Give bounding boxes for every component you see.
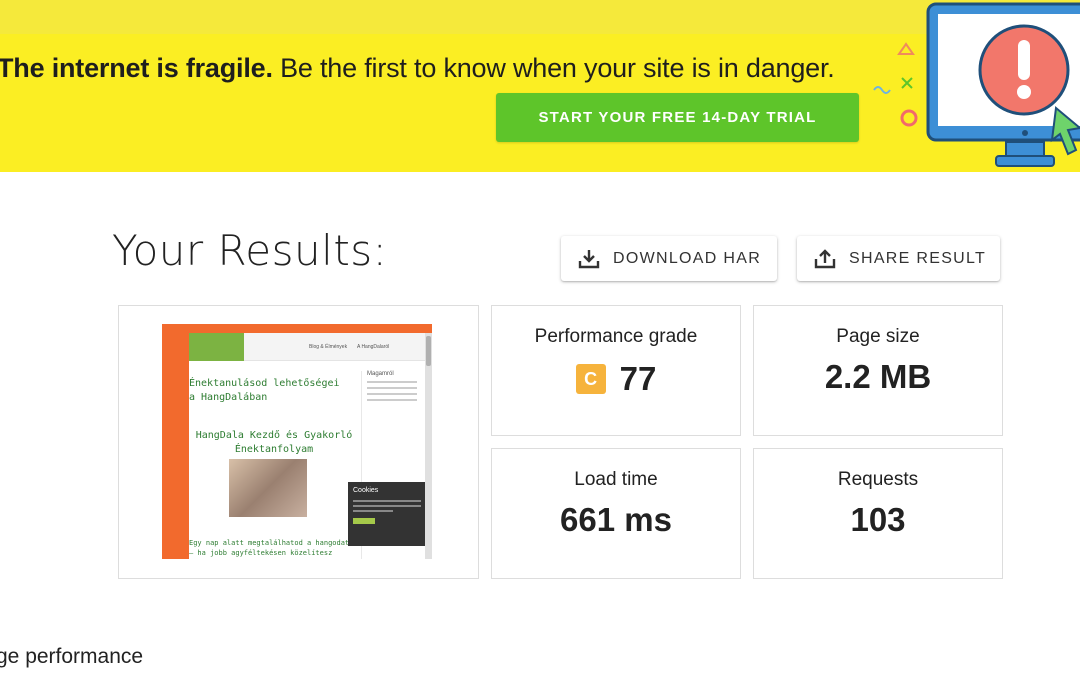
thumbnail-nav-item: A HangDalaról: [357, 344, 390, 350]
thumbnail-cookie-button: [353, 518, 375, 524]
thumbnail-sidebar-title: Magamról: [367, 371, 394, 377]
page-size-card: Page size 2.2 MB: [753, 305, 1003, 436]
thumbnail-sidebar-line: [367, 381, 417, 383]
thumbnail-sidebar-line: [367, 393, 417, 395]
load-time-label: Load time: [574, 469, 658, 490]
performance-grade-label: Performance grade: [534, 326, 698, 347]
promo-banner: The internet is fragile. Be the first to…: [0, 0, 1080, 172]
share-result-button[interactable]: SHARE RESULT: [797, 236, 1000, 281]
load-time-card: Load time 661 ms: [491, 448, 741, 579]
thumbnail-logo: [189, 333, 244, 361]
requests-card: Requests 103: [753, 448, 1003, 579]
grade-score: 77: [619, 360, 657, 397]
thumbnail-sidebar-line: [367, 387, 417, 389]
thumbnail-cookie-line: [353, 505, 421, 507]
thumbnail-sidebar-line: [367, 399, 417, 401]
thumbnail-heading: Énektanulásod lehetőségei a HangDalában: [189, 378, 340, 403]
upload-share-icon: [813, 247, 837, 271]
load-time-value: 661 ms: [560, 501, 672, 538]
grade-letter-badge: C: [575, 364, 606, 394]
page-screenshot-thumbnail: Blog & Élmények A HangDalaról Énektanulá…: [162, 324, 432, 559]
thumbnail-photo: [229, 459, 307, 517]
download-har-button[interactable]: DOWNLOAD HAR: [561, 236, 777, 281]
thumbnail-cookie-line: [353, 500, 421, 502]
thumbnail-cookie-line: [353, 510, 393, 512]
share-result-label: SHARE RESULT: [849, 249, 987, 267]
thumbnail-top-bar: [162, 324, 432, 333]
performance-grade-card: Performance grade C 77: [491, 305, 741, 436]
page-size-value: 2.2 MB: [824, 358, 932, 395]
requests-value: 103: [850, 501, 906, 538]
download-har-label: DOWNLOAD HAR: [613, 249, 762, 267]
monitor-alert-illustration: [873, 2, 1080, 167]
page-size-label: Page size: [836, 326, 920, 347]
section-heading-partial: ge performance: [0, 645, 144, 668]
free-trial-button[interactable]: START YOUR FREE 14-DAY TRIAL: [496, 93, 859, 142]
thumbnail-bottom-text: Egy nap alatt megtalálhatod a hangodat –…: [189, 539, 350, 557]
banner-headline-bold: The internet is fragile.: [0, 53, 273, 83]
banner-headline-rest: Be the first to know when your site is i…: [272, 53, 835, 83]
thumbnail-nav-item: Blog & Élmények: [309, 344, 348, 350]
banner-headline: The internet is fragile. Be the first to…: [0, 51, 835, 85]
performance-grade-value: C 77: [492, 360, 740, 398]
download-icon: [577, 247, 601, 271]
requests-label: Requests: [837, 469, 919, 490]
thumbnail-cookie-popup: Cookies: [348, 482, 426, 546]
thumbnail-scrollbar: [425, 333, 432, 559]
thumbnail-cookie-title: Cookies: [353, 487, 379, 494]
thumbnail-nav: Blog & Élmények A HangDalaról: [189, 333, 432, 361]
thumbnail-subheading: HangDala Kezdő és Gyakorló Énektanfolyam: [195, 430, 353, 455]
results-title: Your Results:: [112, 226, 388, 275]
thumbnail-scroll-handle: [426, 336, 431, 366]
